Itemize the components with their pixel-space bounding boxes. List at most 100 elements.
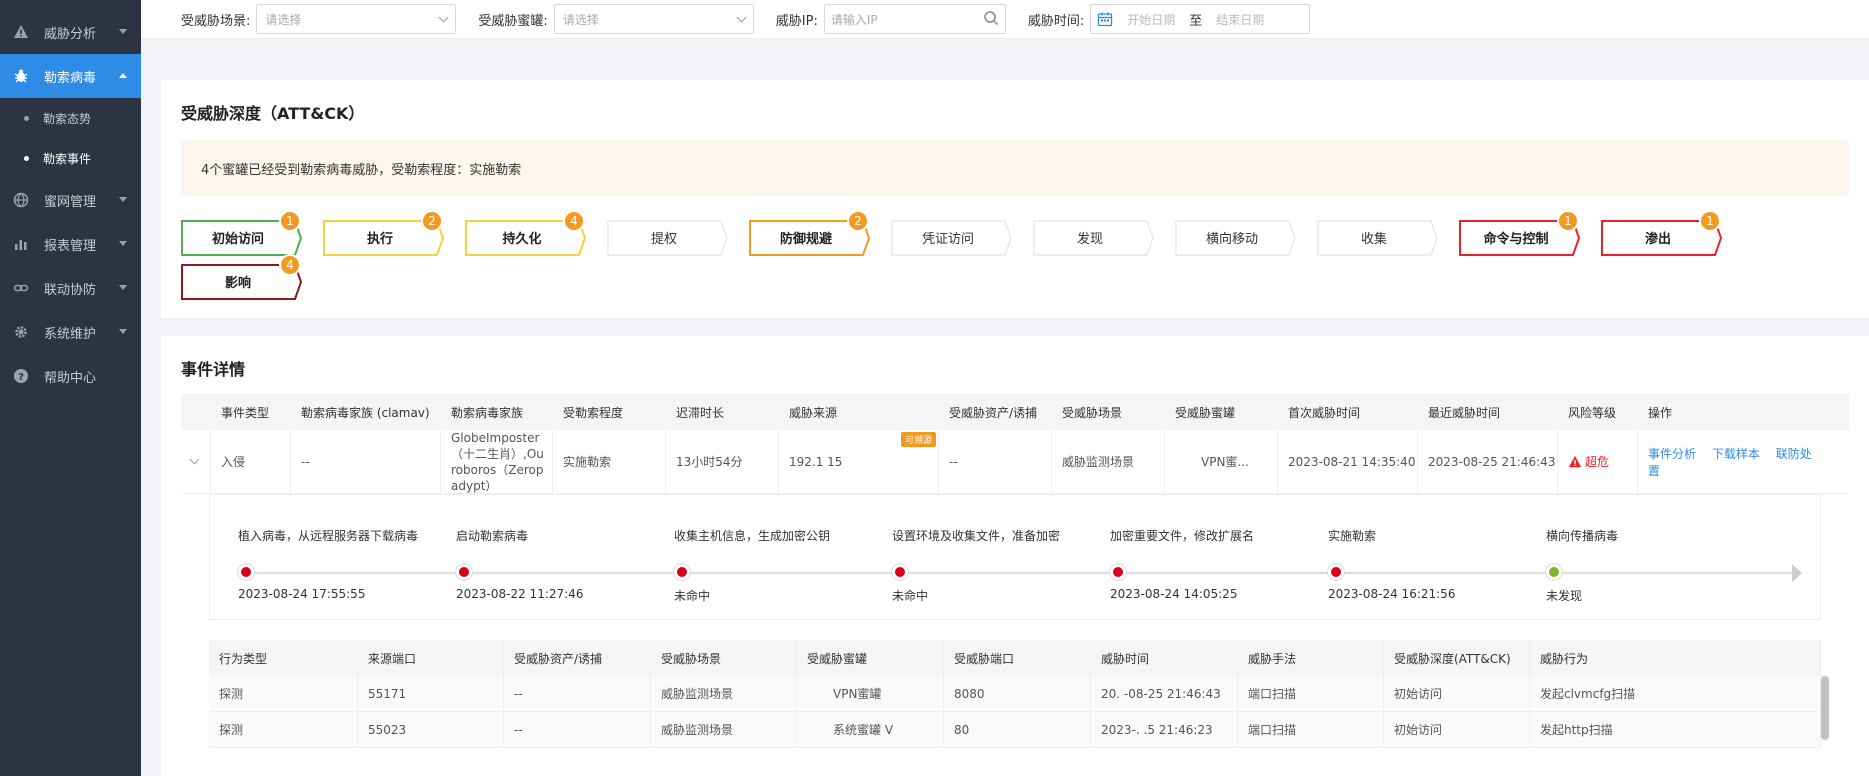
timeline-dot[interactable]: [1546, 564, 1562, 580]
attack-step[interactable]: 渗出 1: [1601, 210, 1723, 256]
chevron-up-icon: [119, 73, 127, 78]
attack-timeline: 植入病毒，从远程服务器下载病毒 2023-08-24 17:55:55 启动勒索病毒…: [209, 494, 1821, 620]
date-range-picker[interactable]: 开始日期 至 结束日期: [1090, 4, 1311, 34]
attack-depth-title: 受威胁深度（ATT&CK）: [181, 104, 365, 123]
event-details-title: 事件详情: [181, 360, 246, 379]
attack-step[interactable]: 初始访问 1: [181, 210, 303, 256]
honeypot-cell: VPN蜜...: [1165, 429, 1278, 494]
table-cell: VPN蜜罐: [797, 675, 944, 712]
timeline-step-time: 未命中: [674, 589, 711, 603]
sidebar-subitem-label: 勒索态势: [43, 111, 92, 126]
sidebar-subitem-ransom-situation[interactable]: 勒索态势: [0, 98, 141, 138]
bullet-icon: [24, 115, 29, 121]
column-header: 首次威胁时间: [1288, 405, 1361, 420]
first-time-cell: 2023-08-21 14:35:40: [1278, 429, 1418, 494]
event-details-card: 事件详情 事件类型 勒索病毒家族 (clamav) 勒索病毒家族 受勒索程度 迟滞时长威…: [161, 336, 1869, 776]
traceable-badge: 可溯源: [900, 431, 936, 447]
attack-step-label: 影响: [224, 275, 251, 291]
event-type-cell: 入侵: [211, 429, 291, 494]
timeline-dot[interactable]: [456, 564, 472, 580]
column-header: 受威胁资产/诱捕: [949, 405, 1038, 420]
ip-input-placeholder: 请输入IP: [830, 12, 878, 27]
timeline-step-time: 2023-08-24 16:21:56: [1328, 587, 1456, 601]
gear-icon: [12, 323, 30, 341]
column-header: 最近威胁时间: [1428, 405, 1501, 420]
timeline-dot[interactable]: [892, 564, 908, 580]
ip-filter-label: 威胁IP:: [775, 13, 818, 29]
timeline-dot[interactable]: [674, 564, 690, 580]
timeline-step-title: 实施勒索: [1328, 529, 1377, 543]
attack-step[interactable]: 命令与控制 1: [1459, 210, 1581, 256]
download-sample-link[interactable]: 下载样本: [1712, 447, 1760, 461]
search-icon[interactable]: [983, 10, 999, 29]
attack-step[interactable]: 发现: [1033, 220, 1154, 256]
event-table-header: 事件类型 勒索病毒家族 (clamav) 勒索病毒家族 受勒索程度 迟滞时长 威胁来源 受威…: [181, 394, 1849, 430]
event-table: 事件类型 勒索病毒家族 (clamav) 勒索病毒家族 受勒索程度 迟滞时长 威胁来源 受威…: [181, 394, 1849, 494]
timeline-arrow-icon: [1792, 564, 1802, 582]
sidebar-item-label: 威胁分析: [44, 26, 97, 42]
column-header: 威胁时间: [1091, 640, 1238, 676]
attack-step[interactable]: 影响 4: [181, 254, 303, 300]
attack-step[interactable]: 执行 2: [323, 210, 445, 256]
start-date-placeholder[interactable]: 开始日期: [1127, 11, 1175, 28]
table-row[interactable]: 探测 55171 -- 威胁监测场景 VPN蜜罐 8080 20. -08-25 21:46…: [209, 675, 1821, 712]
table-cell: 20. -08-25 21:46:43: [1091, 675, 1238, 712]
bullet-icon: [24, 155, 29, 161]
sidebar-item-reports[interactable]: 报表管理: [0, 222, 141, 266]
expand-toggle[interactable]: [181, 429, 211, 494]
honeypot-select[interactable]: 请选择: [553, 4, 754, 34]
table-cell: 80: [944, 711, 1091, 748]
bar-chart-icon: [12, 235, 30, 253]
table-cell: 发起clvmcfg扫描: [1530, 675, 1821, 712]
honeypot-select-placeholder: 请选择: [562, 12, 599, 27]
degree-cell: 实施勒索: [553, 429, 666, 494]
attack-step[interactable]: 收集: [1317, 220, 1438, 256]
timeline-step-title: 横向传播病毒: [1546, 529, 1619, 543]
table-row[interactable]: 入侵 -- GlobeImposter（十二生肖）,Ouroboros（Zero…: [181, 429, 1849, 494]
attack-step[interactable]: 横向移动: [1175, 220, 1296, 256]
scrollbar[interactable]: [1821, 676, 1829, 740]
sidebar-subitem-ransom-events[interactable]: 勒索事件: [0, 138, 141, 178]
attack-step[interactable]: 持久化 4: [465, 210, 587, 256]
table-cell: 2023-. .5 21:46:23: [1091, 711, 1238, 748]
filter-bar: 受威胁场景: 请选择 受威胁蜜罐: 请选择 威胁IP: 请输入IP 威胁时间: …: [141, 0, 1869, 38]
chevron-down-icon: [119, 29, 127, 34]
honeypot-filter-label: 受威胁蜜罐:: [478, 13, 548, 29]
sidebar-item-honeynet[interactable]: 蜜网管理: [0, 178, 141, 222]
end-date-placeholder[interactable]: 结束日期: [1216, 11, 1264, 28]
source-ip: 192.1 15: [789, 454, 843, 469]
attack-step[interactable]: 防御规避 2: [749, 210, 871, 256]
attack-step[interactable]: 凭证访问: [891, 220, 1012, 256]
calendar-icon: [1097, 11, 1113, 27]
attack-step-count: 4: [279, 254, 301, 276]
attack-step-label: 收集: [1360, 231, 1387, 247]
column-header: 事件类型: [221, 405, 270, 420]
chevron-down-icon: [119, 241, 127, 246]
attack-step-label: 防御规避: [779, 231, 832, 247]
sidebar-item-threat-analysis[interactable]: 威胁分析: [0, 10, 141, 54]
table-cell: 端口扫描: [1238, 675, 1384, 712]
table-row[interactable]: 探测 55023 -- 威胁监测场景 系统蜜罐 V 80 2023-. .5 21:46:2…: [209, 711, 1821, 748]
timeline-dot[interactable]: [1110, 564, 1126, 580]
event-analysis-link[interactable]: 事件分析: [1648, 447, 1696, 461]
attack-step-count: 2: [421, 210, 443, 232]
scene-filter-label: 受威胁场景:: [181, 13, 251, 29]
attack-step[interactable]: 提权: [607, 220, 728, 256]
sidebar-item-help[interactable]: ? 帮助中心: [0, 354, 141, 398]
column-header: 受勒索程度: [563, 405, 624, 420]
column-header: 受威胁深度(ATT&CK): [1384, 640, 1530, 676]
last-time-cell: 2023-08-25 21:46:43: [1418, 429, 1558, 494]
sidebar-item-linkage[interactable]: 联动协防: [0, 266, 141, 310]
table-cell: 系统蜜罐 V: [797, 711, 944, 748]
scene-select[interactable]: 请选择: [256, 4, 457, 34]
sidebar-item-system[interactable]: 系统维护: [0, 310, 141, 354]
attack-step-count: 1: [279, 210, 301, 232]
timeline-dot[interactable]: [1328, 564, 1344, 580]
ip-search-input[interactable]: 请输入IP: [823, 4, 1006, 34]
attack-depth-card: 受威胁深度（ATT&CK） 4个蜜罐已经受到勒索病毒威胁，受勒索程度：实施勒索 …: [161, 80, 1869, 318]
column-header: 威胁行为: [1530, 640, 1821, 676]
timeline-dot[interactable]: [238, 564, 254, 580]
timeline-step-title: 加密重要文件，修改扩展名: [1110, 529, 1255, 543]
timeline-step-title: 植入病毒，从远程服务器下载病毒: [238, 529, 419, 543]
sidebar-item-ransomware[interactable]: 勒索病毒: [0, 54, 141, 98]
